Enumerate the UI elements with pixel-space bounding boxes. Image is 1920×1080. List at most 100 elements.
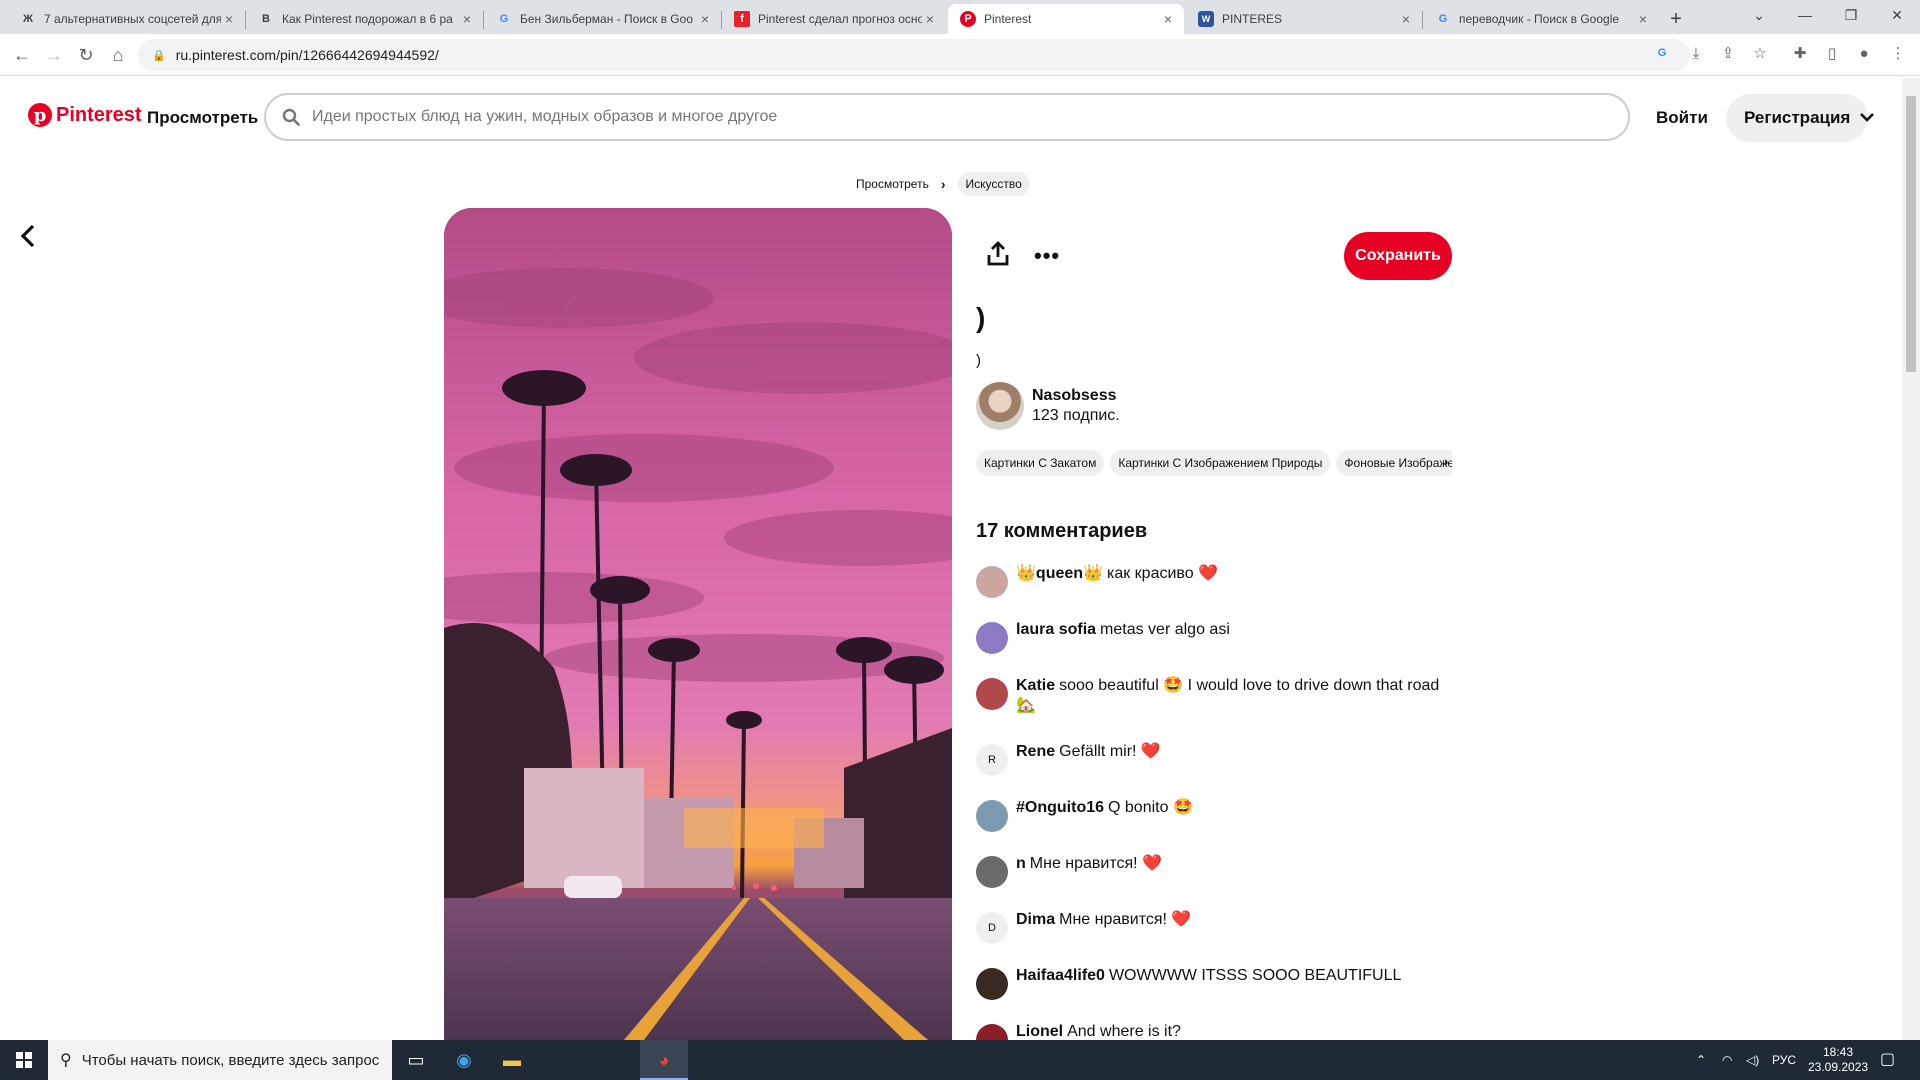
close-icon[interactable]: × <box>1635 11 1651 27</box>
close-icon[interactable]: × <box>922 11 938 27</box>
forward-arrow-icon[interactable]: → <box>40 42 68 70</box>
close-icon[interactable]: × <box>459 11 475 27</box>
profile-icon[interactable]: ● <box>1852 43 1876 67</box>
search-input[interactable]: Идеи простых блюд на ужин, модных образо… <box>264 93 1630 141</box>
tag-chip[interactable]: Картинки С Закатом <box>976 450 1105 476</box>
comment-author[interactable]: Dima <box>1016 911 1055 928</box>
close-icon[interactable]: × <box>1160 11 1176 27</box>
language-indicator[interactable]: РУС <box>1772 1040 1796 1080</box>
browser-tab[interactable]: Ж 7 альтернативных соцсетей для × <box>8 4 245 34</box>
chrome-browser-icon[interactable]: ◕ <box>640 1040 688 1080</box>
share-icon[interactable]: ⇪ <box>1716 43 1740 67</box>
pinterest-header: p Pinterest Просмотреть Идеи простых блю… <box>0 76 1900 160</box>
tab-favicon-icon: B <box>262 13 270 25</box>
file-explorer-icon[interactable]: ▬ <box>488 1040 536 1080</box>
comment-author[interactable]: #Onguito16 <box>1016 799 1104 816</box>
comment-author[interactable]: Lionel <box>1016 1023 1063 1040</box>
close-icon[interactable]: × <box>697 11 713 27</box>
address-bar[interactable]: 🔒 ru.pinterest.com/pin/12666442694944592… <box>138 39 1690 71</box>
breadcrumb-root-link[interactable]: Просмотреть <box>856 177 929 191</box>
tab-title: 7 альтернативных соцсетей для <box>44 12 221 26</box>
browser-tab[interactable]: B Как Pinterest подорожал в 6 ра × <box>246 4 483 34</box>
login-button[interactable]: Войти <box>1640 98 1724 138</box>
tab-favicon-icon: W <box>1198 11 1214 27</box>
browser-tab[interactable]: G Бен Зильберман - Поиск в Goo × <box>484 4 721 34</box>
extensions-icon[interactable]: ✚ <box>1788 43 1812 67</box>
menu-kebab-icon[interactable]: ⋮ <box>1886 43 1910 67</box>
avatar[interactable] <box>976 566 1008 598</box>
comment-text: Dima Мне нравится! ❤️ <box>1016 910 1191 944</box>
comment-author[interactable]: 👑queen👑 <box>1016 565 1103 582</box>
home-icon[interactable]: ⌂ <box>104 42 132 70</box>
comment-item: n Мне нравится! ❤️ <box>976 854 1456 888</box>
browser-tab[interactable]: W PINTERES × <box>1186 4 1422 34</box>
tab-title: Pinterest сделал прогноз основ <box>758 12 922 26</box>
more-options-icon[interactable]: ••• <box>1034 243 1060 269</box>
tab-favicon-icon: Ж <box>23 13 33 25</box>
notifications-icon[interactable]: ▢ <box>1880 1040 1895 1080</box>
save-button[interactable]: Сохранить <box>1344 232 1452 280</box>
browser-tab-active[interactable]: P Pinterest × <box>948 4 1184 34</box>
tab-favicon-icon: G <box>499 13 509 25</box>
avatar[interactable] <box>976 382 1024 430</box>
avatar[interactable]: D <box>976 912 1008 944</box>
pinterest-logo[interactable]: p Pinterest <box>28 103 142 127</box>
clock[interactable]: 18:43 23.09.2023 <box>1808 1040 1868 1080</box>
avatar[interactable] <box>976 968 1008 1000</box>
close-icon[interactable]: × <box>221 11 237 27</box>
tag-list: Картинки С Закатом Картинки С Изображени… <box>976 450 1452 476</box>
avatar[interactable] <box>976 678 1008 710</box>
chevron-down-icon[interactable] <box>1860 106 1874 127</box>
avatar[interactable]: R <box>976 744 1008 776</box>
tab-title: переводчик - Поиск в Google <box>1459 12 1620 26</box>
tab-title: Бен Зильберман - Поиск в Goo <box>520 12 693 26</box>
restore-button[interactable]: ❐ <box>1828 0 1874 34</box>
avatar[interactable] <box>976 856 1008 888</box>
edge-browser-icon[interactable]: ◉ <box>440 1040 488 1080</box>
comment-body: And where is it? <box>1067 1023 1181 1040</box>
minimize-button[interactable]: — <box>1782 0 1828 34</box>
pin-image[interactable] <box>444 208 952 1040</box>
taskbar-search-placeholder: Чтобы начать поиск, введите здесь запрос <box>81 1051 380 1069</box>
back-arrow-icon[interactable]: ← <box>8 42 36 70</box>
install-icon[interactable]: ⤓ <box>1684 43 1708 67</box>
taskbar-search-input[interactable]: ⚲ Чтобы начать поиск, введите здесь запр… <box>48 1040 392 1080</box>
breadcrumb-current-chip[interactable]: Искусство <box>957 172 1030 196</box>
tray-chevron-up-icon[interactable]: ⌃ <box>1696 1040 1706 1080</box>
comment-item: #Onguito16 Q bonito 🤩 <box>976 798 1456 832</box>
google-translate-icon[interactable]: G <box>1654 45 1670 61</box>
browser-tab[interactable]: f Pinterest сделал прогноз основ × <box>722 4 946 34</box>
signup-button[interactable]: Регистрация <box>1726 94 1869 142</box>
comment-author[interactable]: n <box>1016 855 1026 872</box>
search-icon <box>282 108 300 126</box>
comment-author[interactable]: Rene <box>1016 743 1055 760</box>
volume-icon[interactable]: ◁) <box>1746 1040 1759 1080</box>
network-icon[interactable]: ◠ <box>1722 1040 1732 1080</box>
explore-link[interactable]: Просмотреть <box>147 108 258 128</box>
author-block[interactable]: Nasobsess 123 подпис. <box>976 382 1120 430</box>
chevron-right-icon[interactable]: › <box>1444 454 1448 469</box>
comment-author[interactable]: Katie <box>1016 677 1055 694</box>
bookmark-star-icon[interactable]: ☆ <box>1748 43 1772 67</box>
comment-author[interactable]: Haifaa4life0 <box>1016 967 1105 984</box>
tag-chip[interactable]: Фоновые Изображения <box>1336 450 1452 476</box>
windows-start-icon[interactable] <box>0 1040 48 1080</box>
tab-search-chevron-icon[interactable]: ⌄ <box>1736 0 1782 34</box>
side-panel-icon[interactable]: ▯ <box>1820 43 1844 67</box>
page-scrollbar[interactable] <box>1902 78 1920 1040</box>
avatar[interactable] <box>976 800 1008 832</box>
back-chevron-icon[interactable] <box>20 222 36 256</box>
browser-tab[interactable]: G переводчик - Поиск в Google × <box>1423 4 1659 34</box>
close-icon[interactable]: × <box>1398 11 1414 27</box>
upload-share-icon[interactable] <box>986 241 1014 269</box>
comments-count: 17 комментариев <box>976 520 1148 542</box>
tag-chip[interactable]: Картинки С Изображением Природы <box>1110 450 1331 476</box>
reload-icon[interactable]: ↻ <box>72 42 100 70</box>
comment-author[interactable]: laura sofia <box>1016 621 1096 638</box>
author-name[interactable]: Nasobsess <box>1032 387 1120 405</box>
task-view-icon[interactable]: ▭ <box>392 1040 440 1080</box>
avatar[interactable] <box>976 622 1008 654</box>
window-close-button[interactable]: ✕ <box>1874 0 1920 34</box>
scrollbar-thumb[interactable] <box>1906 96 1916 372</box>
new-tab-button[interactable]: + <box>1662 6 1690 34</box>
